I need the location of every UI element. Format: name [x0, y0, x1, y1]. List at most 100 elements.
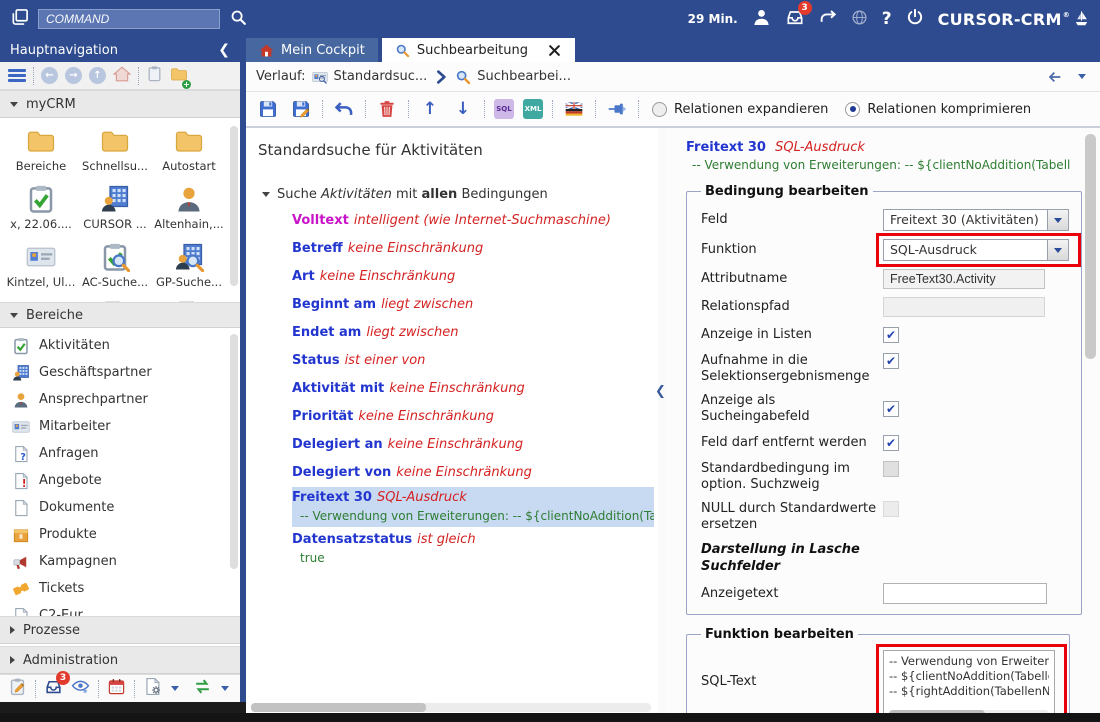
- globe-icon[interactable]: [851, 9, 868, 30]
- mycrm-scrollbar[interactable]: [230, 126, 238, 286]
- checkbox-anzeige-in-listen[interactable]: [883, 327, 899, 343]
- move-up-button[interactable]: ↑: [418, 97, 442, 121]
- sql-export-button[interactable]: SQL: [494, 99, 514, 119]
- mycrm-item-partial[interactable]: [78, 296, 152, 302]
- sidebar-item-produkte[interactable]: Produkte: [0, 521, 240, 548]
- sync-icon[interactable]: [193, 677, 212, 700]
- checkbox-feld-entfernbar[interactable]: [883, 435, 899, 451]
- radio-relationen-expandieren[interactable]: Relationen expandieren: [652, 102, 828, 117]
- tree-condition-betreff[interactable]: Betreffkeine Einschränkung: [292, 235, 658, 263]
- mycrm-item-partial[interactable]: [4, 296, 78, 302]
- panel-splitter[interactable]: ❮: [658, 128, 666, 713]
- user-icon[interactable]: [752, 8, 771, 31]
- sidebar-item-ansprechpartner[interactable]: Ansprechpartner: [0, 386, 240, 413]
- feld-dropdown[interactable]: Freitext 30 (Aktivitäten): [883, 209, 1069, 231]
- mycrm-item-partial[interactable]: [152, 296, 226, 302]
- checkbox-selektionsergebnismenge[interactable]: [883, 353, 899, 369]
- save-button[interactable]: [256, 97, 280, 121]
- tree-condition-datensatzstatus[interactable]: Datensatzstatusist gleich: [292, 529, 658, 551]
- notifications-button[interactable]: 3: [785, 7, 805, 31]
- command-input[interactable]: [38, 9, 220, 29]
- watchlist-eye-icon[interactable]: [71, 677, 90, 700]
- checkbox-sucheingabefeld[interactable]: [883, 401, 899, 417]
- tree-condition-beginnt-am[interactable]: Beginnt amliegt zwischen: [292, 291, 658, 319]
- tree-horizontal-scrollbar[interactable]: [251, 703, 651, 712]
- funktion-dropdown[interactable]: SQL-Ausdruck: [883, 239, 1069, 261]
- nav-back-icon[interactable]: ←: [41, 67, 58, 84]
- save-as-button[interactable]: [289, 97, 313, 121]
- menu-icon[interactable]: [8, 69, 26, 82]
- sidebar-item-kampagnen[interactable]: Kampagnen: [0, 548, 240, 575]
- tree-condition-aktivitaet-mit[interactable]: Aktivität mitkeine Einschränkung: [292, 375, 658, 403]
- tree-condition-art[interactable]: Artkeine Einschränkung: [292, 263, 658, 291]
- nav-up-icon[interactable]: ↑: [89, 67, 106, 84]
- tree-condition-prioritaet[interactable]: Prioritätkeine Einschränkung: [292, 403, 658, 431]
- sidebar-item-angebote[interactable]: !Angebote: [0, 467, 240, 494]
- sidebar-item-tickets[interactable]: Tickets: [0, 575, 240, 602]
- language-flag-icon[interactable]: [562, 97, 586, 121]
- xml-export-button[interactable]: XML: [523, 99, 543, 119]
- checkbox-standardbedingung[interactable]: [883, 461, 899, 477]
- home-icon[interactable]: [113, 65, 131, 87]
- mycrm-item[interactable]: Schnellsu...: [78, 122, 152, 180]
- redo-icon[interactable]: [819, 8, 837, 30]
- sync-caret[interactable]: [221, 686, 229, 691]
- mycrm-item[interactable]: AC-Suche...: [78, 238, 152, 296]
- sidebar-collapse-icon[interactable]: ❮: [218, 42, 230, 58]
- tree-condition-freitext30-selected[interactable]: Freitext 30SQL-Ausdruck -- Verwendung vo…: [292, 487, 654, 527]
- section-prozesse[interactable]: Prozesse: [0, 616, 240, 644]
- document-settings-caret[interactable]: [171, 686, 179, 691]
- mycrm-item[interactable]: Altenhain,...: [152, 180, 226, 238]
- pin-button[interactable]: [605, 97, 629, 121]
- back-arrow-icon[interactable]: [1047, 69, 1063, 85]
- tree-condition-endet-am[interactable]: Endet amliegt zwischen: [292, 319, 658, 347]
- section-administration[interactable]: Administration: [0, 646, 240, 674]
- mycrm-item[interactable]: Kintzel, Ul...: [4, 238, 78, 296]
- tree-condition-delegiert-von[interactable]: Delegiert vonkeine Einschränkung: [292, 459, 658, 487]
- tree-condition-status[interactable]: Statusist einer von: [292, 347, 658, 375]
- radio-relationen-komprimieren[interactable]: Relationen komprimieren: [845, 102, 1031, 117]
- sidebar-item-c2-eur[interactable]: C2-Eur...: [0, 602, 240, 616]
- section-mycrm[interactable]: myCRM: [0, 90, 240, 118]
- tree-expander-icon[interactable]: [262, 192, 270, 197]
- detail-vertical-scrollbar[interactable]: [1085, 134, 1096, 694]
- chevron-down-icon[interactable]: [1047, 209, 1069, 231]
- window-switch-icon[interactable]: [10, 7, 30, 31]
- notes-edit-icon[interactable]: [8, 677, 27, 700]
- delete-button[interactable]: [375, 97, 399, 121]
- document-settings-icon[interactable]: [143, 677, 162, 700]
- breadcrumb-item[interactable]: Suchbearbei...: [477, 69, 571, 84]
- bereiche-scrollbar[interactable]: [230, 334, 238, 569]
- calendar-icon[interactable]: [107, 677, 126, 700]
- clipboard-icon[interactable]: [146, 65, 163, 86]
- search-icon[interactable]: [230, 9, 247, 30]
- mycrm-item[interactable]: CURSOR ...: [78, 180, 152, 238]
- tab-close-icon[interactable]: [547, 43, 562, 58]
- radio-circle[interactable]: [652, 102, 667, 117]
- section-bereiche[interactable]: Bereiche: [0, 302, 240, 328]
- tree-condition-delegiert-an[interactable]: Delegiert ankeine Einschränkung: [292, 431, 658, 459]
- tree-condition-volltext[interactable]: Volltextintelligent (wie Internet-Suchma…: [292, 207, 658, 235]
- sidebar-item-aktivitaeten[interactable]: Aktivitäten: [0, 332, 240, 359]
- sidebar-item-mitarbeiter[interactable]: Mitarbeiter: [0, 413, 240, 440]
- mycrm-item[interactable]: Bereiche: [4, 122, 78, 180]
- sql-text-area[interactable]: -- Verwendung von Erweiteru -- ${clientN…: [883, 650, 1055, 713]
- new-folder-icon[interactable]: +: [170, 65, 188, 87]
- tab-mein-cockpit[interactable]: Mein Cockpit: [246, 38, 378, 62]
- tab-suchbearbeitung[interactable]: Suchbearbeitung: [382, 38, 575, 62]
- sidebar-item-dokumente[interactable]: Dokumente: [0, 494, 240, 521]
- undo-button[interactable]: [332, 97, 356, 121]
- sidebar-item-geschaeftspartner[interactable]: Geschäftspartner: [0, 359, 240, 386]
- mycrm-item[interactable]: GP-Suche...: [152, 238, 226, 296]
- sidebar-item-anfragen[interactable]: ?Anfragen: [0, 440, 240, 467]
- logout-power-button[interactable]: [906, 8, 924, 30]
- breadcrumb-item[interactable]: Standardsuc...: [334, 69, 428, 84]
- help-button[interactable]: ?: [882, 9, 892, 29]
- anzeigetext-input[interactable]: [883, 583, 1047, 604]
- tree-root[interactable]: Suche Aktivitäten mit allen Bedingungen: [262, 181, 658, 207]
- nav-forward-icon[interactable]: →: [65, 67, 82, 84]
- collapse-panel-icon[interactable]: ❮: [655, 384, 666, 399]
- history-caret[interactable]: [1078, 74, 1086, 79]
- move-down-button[interactable]: ↓: [451, 97, 475, 121]
- mycrm-item[interactable]: Autostart: [152, 122, 226, 180]
